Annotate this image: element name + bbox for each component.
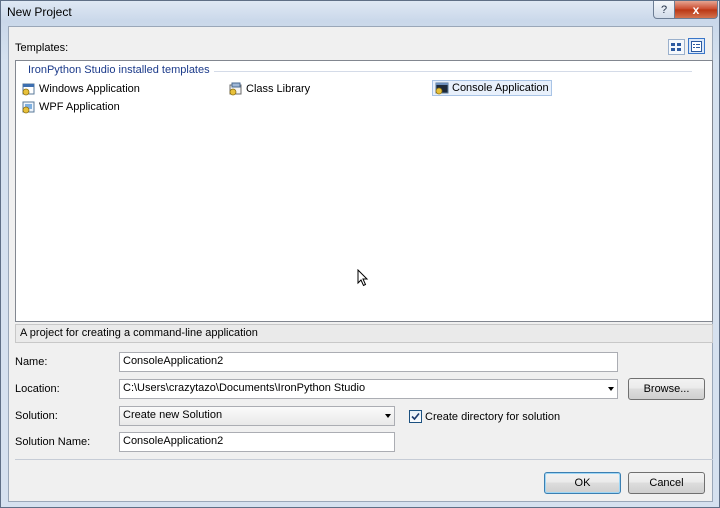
name-field[interactable]: ConsoleApplication2 — [119, 352, 618, 372]
dialog-body: Templates: IronPython Studio installed t… — [8, 26, 713, 502]
location-combobox[interactable]: C:\Users\crazytazo\Documents\IronPython … — [119, 379, 618, 399]
templates-group-header: IronPython Studio installed templates — [28, 64, 210, 76]
window-title: New Project — [7, 5, 72, 19]
solution-name-label: Solution Name: — [15, 436, 91, 448]
cancel-button[interactable]: Cancel — [628, 472, 705, 494]
small-icons-icon — [691, 40, 702, 52]
console-app-icon — [435, 81, 449, 95]
close-button[interactable]: x — [674, 1, 718, 19]
title-bar[interactable]: New Project ? x — [1, 1, 719, 25]
templates-list[interactable]: IronPython Studio installed templates Wi… — [15, 60, 713, 322]
template-console-application[interactable]: Console Application — [432, 80, 552, 96]
dropdown-arrow-icon[interactable] — [608, 387, 614, 391]
template-windows-application[interactable]: Windows Application — [20, 81, 142, 97]
template-wpf-application[interactable]: WPF Application — [20, 99, 122, 115]
solution-label: Solution: — [15, 410, 58, 422]
large-icons-view-button[interactable] — [668, 39, 685, 55]
help-button[interactable]: ? — [653, 1, 675, 19]
template-label: Windows Application — [39, 83, 140, 95]
dropdown-arrow-icon[interactable] — [385, 414, 391, 418]
template-class-library[interactable]: Class Library — [227, 81, 312, 97]
group-divider — [214, 71, 692, 72]
browse-button[interactable]: Browse... — [628, 378, 705, 400]
checkmark-icon — [411, 412, 420, 421]
templates-label: Templates: — [15, 42, 69, 54]
solution-combobox[interactable]: Create new Solution — [119, 406, 395, 426]
location-value: C:\Users\crazytazo\Documents\IronPython … — [123, 382, 366, 394]
template-label: Class Library — [246, 83, 311, 95]
button-separator — [15, 459, 713, 460]
ok-button[interactable]: OK — [544, 472, 621, 494]
template-label: Console Application — [452, 82, 549, 94]
name-label: Name: — [15, 356, 48, 368]
template-description: A project for creating a command-line ap… — [15, 324, 713, 343]
solution-name-field[interactable]: ConsoleApplication2 — [119, 432, 395, 452]
new-project-dialog: New Project ? x Templates: IronPython St… — [0, 0, 720, 508]
template-label: WPF Application — [39, 101, 120, 113]
create-directory-label[interactable]: Create directory for solution — [425, 411, 560, 423]
class-library-icon — [229, 82, 243, 96]
solution-value: Create new Solution — [123, 409, 223, 421]
small-icons-view-button[interactable] — [688, 38, 705, 54]
mouse-cursor-icon — [357, 269, 369, 287]
windows-app-icon — [22, 82, 36, 96]
location-label: Location: — [15, 383, 60, 395]
create-directory-checkbox[interactable] — [409, 410, 422, 423]
large-icons-icon — [671, 42, 681, 51]
wpf-app-icon — [22, 100, 36, 114]
